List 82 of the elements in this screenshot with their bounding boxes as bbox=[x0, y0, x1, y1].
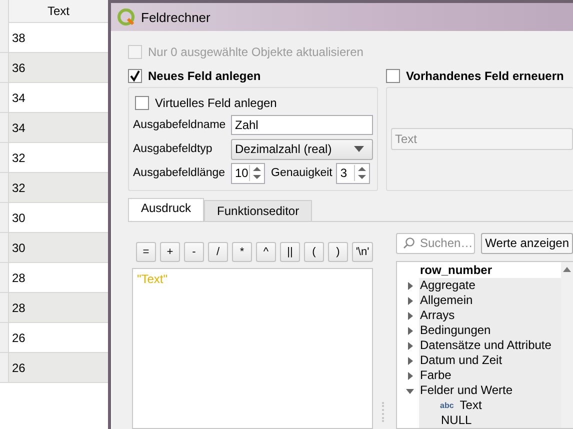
row-header[interactable] bbox=[0, 0, 9, 23]
tree-item[interactable]: Datensätze und Attribute bbox=[419, 338, 561, 353]
table-cell: 32 bbox=[9, 173, 108, 202]
splitter-handle[interactable] bbox=[382, 402, 387, 422]
column-header[interactable]: Text bbox=[9, 0, 108, 23]
row-header[interactable] bbox=[0, 293, 9, 322]
table-cell-text: 26 bbox=[11, 330, 26, 346]
operator-button[interactable]: ^ bbox=[256, 242, 276, 262]
spin-box[interactable]: 10 bbox=[231, 162, 265, 184]
scroll-up-icon[interactable] bbox=[563, 267, 571, 272]
spin-arrows-icon[interactable] bbox=[249, 165, 264, 182]
row-header[interactable] bbox=[0, 203, 9, 232]
row-header[interactable] bbox=[0, 143, 9, 172]
row-header[interactable] bbox=[0, 233, 9, 262]
type-dropdown[interactable]: Dezimalzahl (real) bbox=[231, 138, 373, 160]
row-header[interactable] bbox=[0, 53, 9, 82]
row-header[interactable] bbox=[0, 353, 9, 382]
table-cell: 34 bbox=[9, 113, 108, 142]
tree-item[interactable]: Felder und Werte bbox=[419, 383, 561, 398]
row-header[interactable] bbox=[0, 173, 9, 202]
operator-button[interactable]: + bbox=[160, 242, 180, 262]
operator-button[interactable]: / bbox=[208, 242, 228, 262]
expand-arrow-icon[interactable] bbox=[406, 282, 414, 290]
collapse-arrow-icon[interactable] bbox=[406, 386, 414, 394]
input-field[interactable]: Zahl bbox=[231, 115, 373, 136]
operator-button[interactable]: ( bbox=[304, 242, 324, 262]
expand-arrow-icon[interactable] bbox=[406, 372, 414, 380]
checkbox[interactable] bbox=[386, 69, 400, 83]
field-label: Genauigkeit bbox=[271, 167, 332, 180]
caret-icon bbox=[354, 146, 364, 152]
table-cell: 28 bbox=[9, 293, 108, 322]
tab[interactable]: Ausdruck bbox=[128, 198, 204, 221]
field-label: Ausgabefeldlänge bbox=[133, 167, 226, 180]
checkbox-label: Vorhandenes Feld erneuern bbox=[406, 69, 564, 83]
search-field[interactable]: Suchen… bbox=[396, 232, 476, 254]
operator-button[interactable]: - bbox=[184, 242, 204, 262]
operator-button[interactable]: = bbox=[136, 242, 156, 262]
checkbox-label: Virtuelles Feld anlegen bbox=[155, 96, 277, 110]
show-values-button[interactable]: Werte anzeigen bbox=[481, 232, 573, 254]
table-cell-text: 30 bbox=[11, 210, 26, 226]
tree-item[interactable]: Bedingungen bbox=[419, 323, 561, 338]
tree-item[interactable]: Allgemein bbox=[419, 293, 561, 308]
tree-item[interactable]: Arrays bbox=[419, 308, 561, 323]
checkbox-label: Nur 0 ausgewählte Objekte aktualisieren bbox=[148, 45, 364, 59]
table-cell: 30 bbox=[9, 233, 108, 262]
row-header[interactable] bbox=[0, 263, 9, 292]
window-title: Feldrechner bbox=[141, 10, 210, 24]
table-cell-text: 32 bbox=[11, 150, 26, 166]
spin-box[interactable]: 3 bbox=[336, 162, 370, 184]
checkbox-label: Neues Feld anlegen bbox=[148, 69, 261, 83]
tree-item[interactable]: Farbe bbox=[419, 368, 561, 383]
expand-arrow-icon[interactable] bbox=[406, 356, 414, 364]
expand-arrow-icon[interactable] bbox=[406, 296, 414, 304]
table-cell: 26 bbox=[9, 353, 108, 382]
operator-button[interactable]: '\n' bbox=[352, 242, 373, 262]
tree-item[interactable]: Datum und Zeit bbox=[419, 353, 561, 368]
logo-icon bbox=[117, 8, 135, 26]
checkbox[interactable] bbox=[128, 69, 142, 83]
table-cell: 36 bbox=[9, 53, 108, 82]
row-header[interactable] bbox=[0, 323, 9, 352]
tab[interactable]: Funktionseditor bbox=[204, 200, 312, 221]
row-header[interactable] bbox=[0, 23, 9, 52]
tree-item[interactable]: Aggregate bbox=[419, 278, 561, 293]
table-cell-text: 34 bbox=[11, 90, 26, 106]
field-label: Ausgabefeldtyp bbox=[133, 143, 214, 156]
row-header[interactable] bbox=[0, 113, 9, 142]
row-header[interactable] bbox=[0, 83, 9, 112]
expand-arrow-icon[interactable] bbox=[406, 312, 414, 320]
scrollbar[interactable] bbox=[561, 262, 573, 428]
tree-item[interactable]: Text bbox=[458, 398, 561, 413]
table-cell-text: 28 bbox=[11, 270, 26, 286]
field-label: Ausgabefeldname bbox=[133, 119, 227, 132]
expand-arrow-icon[interactable] bbox=[406, 326, 414, 334]
expression-text: "Text" bbox=[137, 272, 168, 286]
operator-button[interactable]: || bbox=[280, 242, 300, 262]
table-cell-text: 38 bbox=[11, 30, 26, 46]
expand-arrow-icon[interactable] bbox=[406, 342, 414, 350]
field-type-label: abc bbox=[440, 401, 454, 410]
checkbox[interactable] bbox=[135, 96, 149, 110]
operator-button[interactable]: * bbox=[232, 242, 252, 262]
search-icon bbox=[403, 237, 415, 249]
operator-button[interactable]: ) bbox=[328, 242, 348, 262]
